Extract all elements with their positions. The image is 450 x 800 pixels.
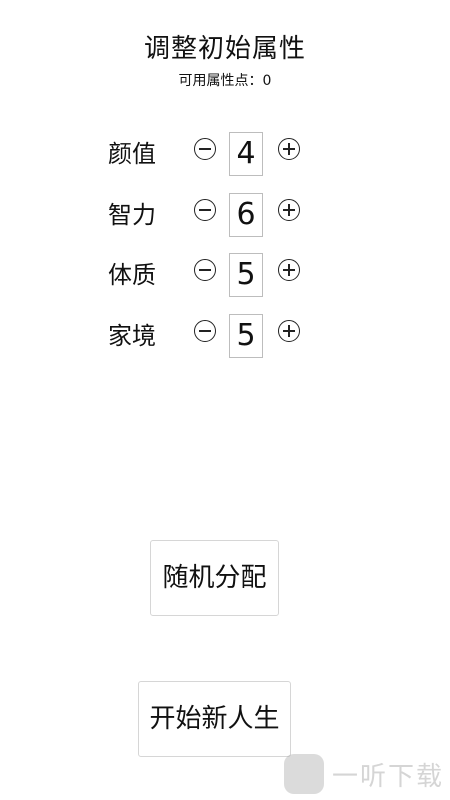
increase-appearance-button[interactable]	[278, 138, 300, 160]
watermark-logo-icon	[283, 754, 324, 794]
attribute-value: 4	[229, 132, 263, 176]
page-title: 调整初始属性	[143, 34, 306, 64]
attribute-value: 6	[229, 193, 263, 237]
decrease-appearance-button[interactable]	[194, 138, 216, 160]
attribute-row-family: 家境 5	[108, 314, 308, 358]
minus-icon	[199, 330, 211, 332]
available-points: 可用属性点：0	[178, 73, 272, 89]
watermark: 一听下载	[283, 754, 444, 794]
increase-intelligence-button[interactable]	[278, 199, 300, 221]
minus-icon	[199, 209, 211, 211]
decrease-family-button[interactable]	[194, 320, 216, 342]
attribute-label: 智力	[108, 201, 156, 229]
watermark-text: 一听下载	[331, 761, 444, 792]
attribute-label: 家境	[108, 322, 156, 350]
start-new-life-button[interactable]: 开始新人生	[138, 681, 291, 757]
attribute-label: 颜值	[108, 140, 156, 168]
increase-constitution-button[interactable]	[278, 259, 300, 281]
minus-icon	[199, 269, 211, 271]
decrease-intelligence-button[interactable]	[194, 199, 216, 221]
decrease-constitution-button[interactable]	[194, 259, 216, 281]
attribute-row-constitution: 体质 5	[108, 253, 308, 297]
attribute-value: 5	[229, 253, 263, 297]
attribute-value: 5	[229, 314, 263, 358]
random-allocate-button[interactable]: 随机分配	[150, 540, 279, 616]
attribute-row-appearance: 颜值 4	[108, 132, 308, 176]
attribute-label: 体质	[108, 261, 156, 289]
attribute-row-intelligence: 智力 6	[108, 193, 308, 237]
increase-family-button[interactable]	[278, 320, 300, 342]
minus-icon	[199, 148, 211, 150]
